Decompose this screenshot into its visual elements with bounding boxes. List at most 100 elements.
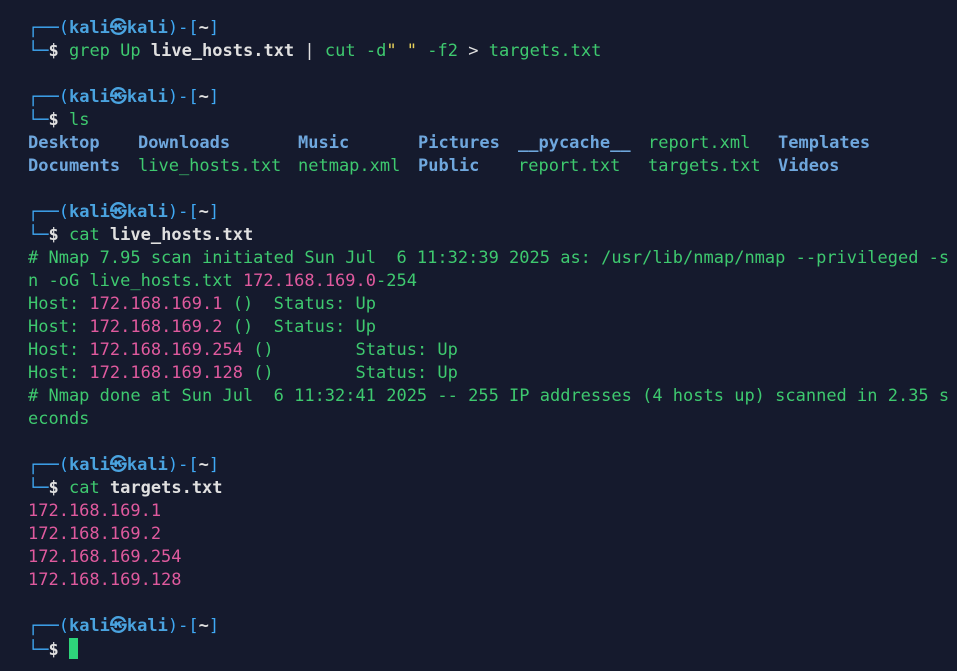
prompt-frame: )-[ <box>167 202 199 222</box>
ip-address: 172.168.169.2 <box>28 524 162 544</box>
host-status: () Status: Up <box>242 363 458 383</box>
ls-entry: targets.txt <box>648 156 761 176</box>
command-arg: targets.txt <box>488 41 602 61</box>
prompt-user: kali <box>68 616 110 636</box>
prompt-line: ┌──(kali㉿kali)-[~] <box>28 17 219 40</box>
prompt-host: kali <box>126 455 168 475</box>
command-line: └─$ ls <box>28 109 89 132</box>
host-label: Host: <box>28 340 90 360</box>
prompt-frame: ] <box>208 455 220 475</box>
prompt-frame: └─ <box>28 478 49 498</box>
output-line: # Nmap done at Sun Jul 6 11:32:41 2025 -… <box>28 385 949 408</box>
host-line: Host: 172.168.169.2 () Status: Up <box>28 316 376 339</box>
prompt-dir: ~ <box>198 616 209 636</box>
prompt-frame: )-[ <box>167 18 199 38</box>
ls-entry: Templates <box>778 133 871 153</box>
command-arg: " " <box>386 41 418 61</box>
ip-address: 172.168.169.2 <box>89 317 223 337</box>
prompt-dir: ~ <box>198 202 209 222</box>
output-text: econds <box>28 409 90 429</box>
host-status: () Status: Up <box>222 317 377 337</box>
prompt-frame: ] <box>208 87 220 107</box>
prompt-frame: ┌──( <box>28 202 69 222</box>
command-arg: -d <box>355 41 387 61</box>
prompt-frame: ] <box>208 616 220 636</box>
prompt-line: ┌──(kali㉿kali)-[~] <box>28 86 219 109</box>
prompt-at-icon: ㉿ <box>109 87 127 107</box>
command-arg: -f2 <box>417 41 469 61</box>
command-line: └─$ grep Up live_hosts.txt | cut -d" " -… <box>28 40 601 63</box>
prompt-frame: ] <box>208 18 220 38</box>
prompt-at-icon: ㉿ <box>109 18 127 38</box>
output-line: econds <box>28 408 89 431</box>
ls-entry: Downloads <box>138 133 231 153</box>
prompt-dollar: $ <box>48 110 69 130</box>
command-arg: live_hosts.txt <box>150 41 295 61</box>
command-arg: targets.txt <box>109 478 223 498</box>
prompt-at-icon: ㉿ <box>109 455 127 475</box>
prompt-dollar: $ <box>48 225 69 245</box>
ip-address: 172.168.169.128 <box>89 363 243 383</box>
terminal-window[interactable]: ┌──(kali㉿kali)-[~] └─$ grep Up live_hosts… <box>0 0 957 671</box>
command-line: └─$ <box>28 638 78 661</box>
prompt-frame: └─ <box>28 640 49 660</box>
prompt-user: kali <box>68 18 110 38</box>
ip-address: 172.168.169.128 <box>28 570 182 590</box>
prompt-line: ┌──(kali㉿kali)-[~] <box>28 201 219 224</box>
command-arg: > <box>468 41 489 61</box>
command-arg: | <box>294 41 325 61</box>
prompt-frame: )-[ <box>167 455 199 475</box>
prompt-host: kali <box>126 616 168 636</box>
prompt-frame: └─ <box>28 110 49 130</box>
host-line: Host: 172.168.169.128 () Status: Up <box>28 362 458 385</box>
host-status: () Status: Up <box>242 340 458 360</box>
host-label: Host: <box>28 294 90 314</box>
terminal-cursor[interactable] <box>68 638 78 659</box>
ls-entry: Pictures <box>418 133 500 153</box>
target-line: 172.168.169.254 <box>28 546 182 569</box>
prompt-frame: ┌──( <box>28 18 69 38</box>
ip-address: 172.168.169.1 <box>28 501 162 521</box>
ls-entry: report.txt <box>518 156 621 176</box>
prompt-dir: ~ <box>198 18 209 38</box>
prompt-frame: ┌──( <box>28 87 69 107</box>
output-text: n -oG live_hosts.txt <box>28 271 243 291</box>
command-arg: Up <box>109 41 151 61</box>
prompt-frame: ┌──( <box>28 616 69 636</box>
prompt-line: ┌──(kali㉿kali)-[~] <box>28 615 219 638</box>
host-line: Host: 172.168.169.1 () Status: Up <box>28 293 376 316</box>
prompt-dollar: $ <box>48 640 69 660</box>
prompt-frame: └─ <box>28 41 49 61</box>
prompt-line: ┌──(kali㉿kali)-[~] <box>28 454 219 477</box>
command-arg: live_hosts.txt <box>109 225 254 245</box>
prompt-frame: ] <box>208 202 220 222</box>
prompt-frame: └─ <box>28 225 49 245</box>
output-text: # Nmap 7.95 scan initiated Sun Jul 6 11:… <box>28 248 950 268</box>
prompt-dir: ~ <box>198 87 209 107</box>
prompt-at-icon: ㉿ <box>109 616 127 636</box>
output-line: n -oG live_hosts.txt 172.168.169.0-254 <box>28 270 417 293</box>
command-name: cat <box>68 225 100 245</box>
ls-entry: __pycache__ <box>518 133 631 153</box>
ip-address: 172.168.169.1 <box>89 294 223 314</box>
ls-entry: netmap.xml <box>298 156 401 176</box>
command-arg: cut <box>324 41 356 61</box>
ip-address: 172.168.169.254 <box>89 340 243 360</box>
prompt-frame: )-[ <box>167 616 199 636</box>
command-line: └─$ cat live_hosts.txt <box>28 224 253 247</box>
ls-entry: Music <box>298 133 350 153</box>
prompt-host: kali <box>126 87 168 107</box>
prompt-user: kali <box>68 455 110 475</box>
host-status: () Status: Up <box>222 294 377 314</box>
host-label: Host: <box>28 317 90 337</box>
prompt-dollar: $ <box>48 41 69 61</box>
prompt-user: kali <box>68 87 110 107</box>
target-line: 172.168.169.2 <box>28 523 161 546</box>
command-name: grep <box>68 41 110 61</box>
host-label: Host: <box>28 363 90 383</box>
host-line: Host: 172.168.169.254 () Status: Up <box>28 339 458 362</box>
ls-entry: Desktop <box>28 133 100 153</box>
ls-entry: Videos <box>778 156 840 176</box>
